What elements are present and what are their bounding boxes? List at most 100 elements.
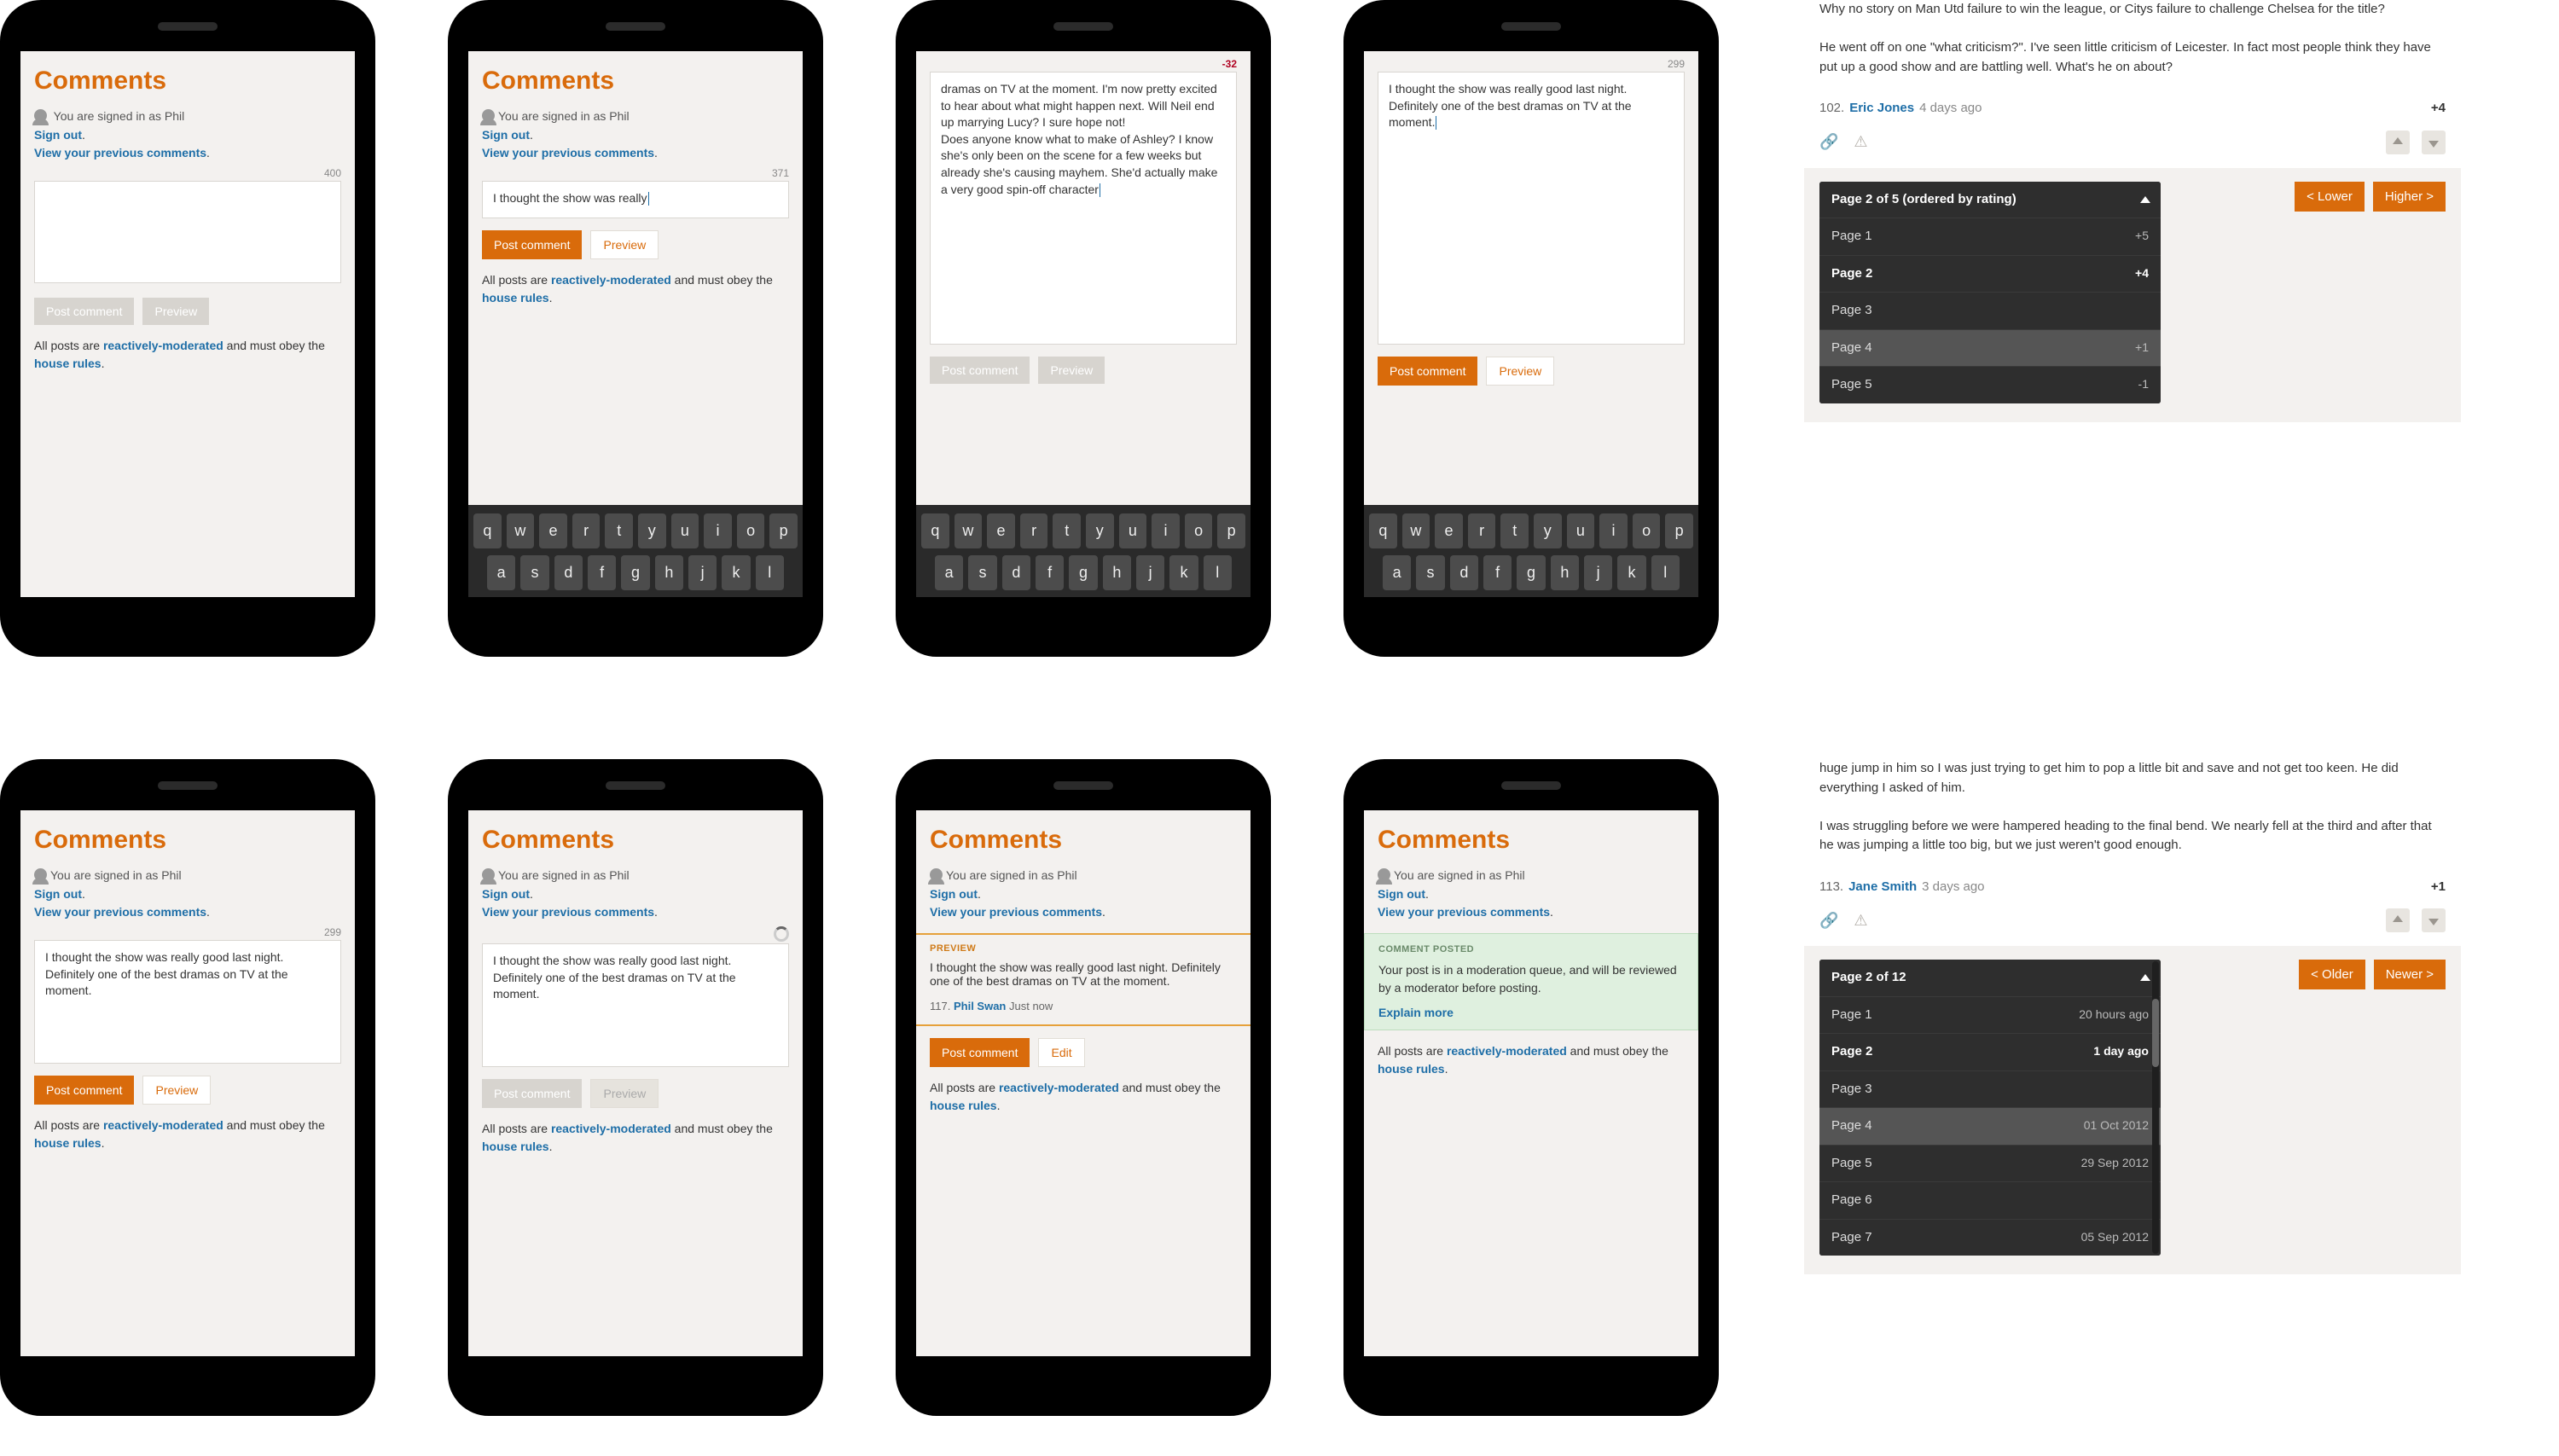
house-rules-link[interactable]: house rules [482,1140,549,1153]
view-previous-link[interactable]: View your previous comments [482,146,654,160]
newer-button[interactable]: Newer > [2374,960,2446,989]
key-a[interactable]: a [487,555,515,590]
house-rules-link[interactable]: house rules [34,1136,102,1150]
key-j[interactable]: j [1584,555,1612,590]
comment-textarea[interactable]: dramas on TV at the moment. I'm now pret… [930,72,1237,345]
key-i[interactable]: i [1152,513,1180,548]
key-t[interactable]: t [1500,513,1529,548]
key-h[interactable]: h [1103,555,1131,590]
preview-button[interactable]: Preview [590,230,659,259]
key-o[interactable]: o [1633,513,1661,548]
older-button[interactable]: < Older [2299,960,2365,989]
key-p[interactable]: p [769,513,798,548]
page-option[interactable]: Page 6 [1819,1181,2161,1219]
key-e[interactable]: e [987,513,1015,548]
key-f[interactable]: f [1483,555,1512,590]
reactively-moderated-link[interactable]: reactively-moderated [1447,1044,1567,1058]
virtual-keyboard[interactable]: qwertyuiop asdfghjkl [1364,505,1698,597]
key-o[interactable]: o [1185,513,1213,548]
preview-author[interactable]: Phil Swan [954,1000,1006,1012]
upvote-button[interactable] [2386,908,2410,932]
downvote-button[interactable] [2422,908,2446,932]
page-option[interactable]: Page 120 hours ago [1819,996,2161,1034]
house-rules-link[interactable]: house rules [930,1099,997,1112]
page-option[interactable]: Page 401 Oct 2012 [1819,1107,2161,1145]
lower-button[interactable]: < Lower [2295,182,2365,212]
sign-out-link[interactable]: Sign out [34,128,82,142]
page-option[interactable]: Page 1+5 [1819,218,2161,255]
key-u[interactable]: u [1567,513,1595,548]
page-option[interactable]: Page 4+1 [1819,329,2161,367]
downvote-button[interactable] [2422,131,2446,154]
key-q[interactable]: q [473,513,502,548]
comment-textarea[interactable]: I thought the show was really good last … [1378,72,1685,345]
key-y[interactable]: y [638,513,666,548]
comment-textarea[interactable]: I thought the show was really [482,181,789,218]
key-k[interactable]: k [1617,555,1645,590]
key-w[interactable]: w [1402,513,1430,548]
comment-textarea[interactable]: I thought the show was really good last … [34,940,341,1064]
key-l[interactable]: l [1204,555,1232,590]
view-previous-link[interactable]: View your previous comments [34,146,206,160]
key-f[interactable]: f [1036,555,1064,590]
key-d[interactable]: d [554,555,583,590]
report-icon[interactable]: ⚠ [1854,909,1867,932]
house-rules-link[interactable]: house rules [482,291,549,305]
post-comment-button[interactable]: Post comment [1378,357,1477,386]
sign-out-link[interactable]: Sign out [1378,887,1425,901]
higher-button[interactable]: Higher > [2373,182,2446,212]
reactively-moderated-link[interactable]: reactively-moderated [551,1122,671,1135]
comment-textarea[interactable]: I thought the show was really good last … [482,943,789,1067]
key-l[interactable]: l [1651,555,1680,590]
post-comment-button[interactable]: Post comment [482,230,582,259]
key-g[interactable]: g [1517,555,1545,590]
key-j[interactable]: j [1136,555,1164,590]
key-f[interactable]: f [588,555,616,590]
preview-button[interactable]: Preview [142,1076,211,1105]
upvote-button[interactable] [2386,131,2410,154]
house-rules-link[interactable]: house rules [1378,1062,1445,1076]
house-rules-link[interactable]: house rules [34,357,102,370]
key-d[interactable]: d [1002,555,1030,590]
key-h[interactable]: h [1551,555,1579,590]
virtual-keyboard[interactable]: qwertyuiop asdfghjkl [468,505,803,597]
key-k[interactable]: k [722,555,750,590]
key-s[interactable]: s [1416,555,1444,590]
key-s[interactable]: s [520,555,548,590]
post-comment-button[interactable]: Post comment [34,1076,134,1105]
page-option[interactable]: Page 529 Sep 2012 [1819,1145,2161,1182]
key-d[interactable]: d [1450,555,1478,590]
reactively-moderated-link[interactable]: reactively-moderated [999,1081,1119,1094]
key-h[interactable]: h [655,555,683,590]
key-l[interactable]: l [756,555,784,590]
permalink-icon[interactable]: 🔗 [1819,909,1838,932]
key-g[interactable]: g [1069,555,1097,590]
key-w[interactable]: w [955,513,983,548]
view-previous-link[interactable]: View your previous comments [482,905,654,919]
view-previous-link[interactable]: View your previous comments [34,905,206,919]
key-t[interactable]: t [1053,513,1081,548]
key-r[interactable]: r [1468,513,1496,548]
page-option[interactable]: Page 705 Sep 2012 [1819,1219,2161,1256]
explain-more-link[interactable]: Explain more [1378,1006,1454,1019]
reactively-moderated-link[interactable]: reactively-moderated [103,339,223,352]
comment-author-link[interactable]: Eric Jones [1849,99,1914,119]
key-a[interactable]: a [1383,555,1411,590]
key-k[interactable]: k [1169,555,1198,590]
preview-button[interactable]: Preview [142,298,209,325]
virtual-keyboard[interactable]: qwertyuiop asdfghjkl [916,505,1250,597]
key-g[interactable]: g [621,555,649,590]
key-i[interactable]: i [1599,513,1628,548]
key-u[interactable]: u [1119,513,1147,548]
key-r[interactable]: r [1020,513,1048,548]
key-q[interactable]: q [1369,513,1397,548]
page-option[interactable]: Page 2+4 [1819,255,2161,293]
reactively-moderated-link[interactable]: reactively-moderated [103,1118,223,1132]
page-dropdown[interactable]: Page 2 of 12 Page 120 hours agoPage 21 d… [1819,960,2161,1256]
page-option[interactable]: Page 3 [1819,1070,2161,1108]
key-t[interactable]: t [605,513,633,548]
sign-out-link[interactable]: Sign out [482,887,530,901]
dropdown-scroll-thumb[interactable] [2152,999,2159,1067]
key-e[interactable]: e [1435,513,1463,548]
post-comment-button[interactable]: Post comment [930,357,1030,384]
